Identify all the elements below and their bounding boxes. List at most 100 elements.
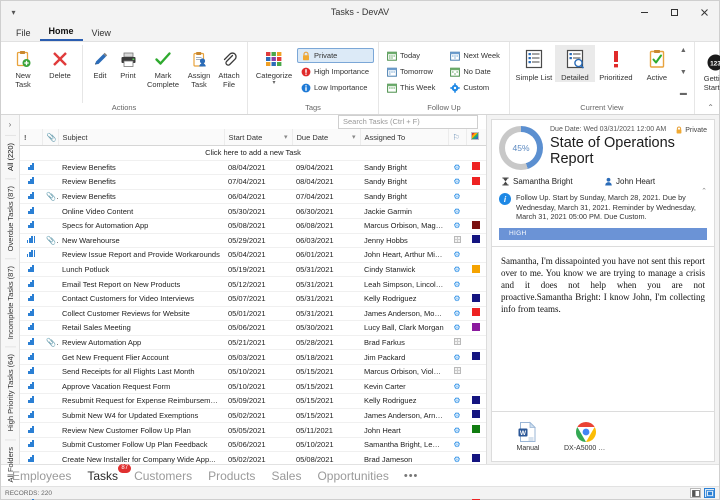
column-header-due-date[interactable]: Due Date▾ (292, 129, 360, 146)
table-row[interactable]: Submit Customer Follow Up Plan Feedback0… (20, 437, 486, 452)
table-row[interactable]: 📎Review Automation App05/21/202105/28/20… (20, 335, 486, 350)
bottom-nav-products[interactable]: Products (207, 469, 256, 483)
table-row[interactable]: Review Benefits08/04/202109/04/2021Sandy… (20, 160, 486, 175)
cell-due-date[interactable]: 09/04/2021 (292, 160, 360, 175)
cell-subject[interactable]: Review Automation App (58, 335, 224, 350)
cell-color[interactable] (466, 350, 486, 365)
gear-icon[interactable]: ⚙ (453, 426, 460, 435)
column-header-subject[interactable]: Subject (58, 129, 224, 146)
bottom-nav-customers[interactable]: Customers (133, 469, 193, 483)
view-simple-list-button[interactable]: Simple List (514, 45, 554, 82)
table-row[interactable]: Review Issue Report and Provide Workarou… (20, 248, 486, 263)
gallery-scroll-controls[interactable]: ▲ ▼ ▬ (678, 45, 690, 97)
customize-quick-access-icon[interactable]: ▾ (7, 6, 20, 19)
cell-flag[interactable]: ⚙ (448, 408, 466, 423)
cell-subject[interactable]: Send Receipts for all Flights Last Month (58, 364, 224, 379)
cell-due-date[interactable]: 06/08/2021 (292, 218, 360, 233)
grid-status-icon[interactable] (454, 236, 461, 243)
cell-color[interactable] (466, 364, 486, 379)
cell-color[interactable] (466, 437, 486, 452)
cell-color[interactable] (466, 335, 486, 350)
cell-start-date[interactable]: 05/21/2021 (224, 335, 292, 350)
cell-start-date[interactable]: 07/04/2021 (224, 175, 292, 190)
cell-flag[interactable]: ⚙ (448, 262, 466, 277)
gear-icon[interactable]: ⚙ (453, 323, 460, 332)
cell-subject[interactable]: Retail Sales Meeting (58, 321, 224, 336)
cell-subject[interactable]: Specs for Automation App (58, 218, 224, 233)
cell-due-date[interactable]: 05/31/2021 (292, 262, 360, 277)
bottom-nav-more-button[interactable]: ••• (404, 470, 419, 482)
cell-assigned-to[interactable]: Samantha Bright, Leah Simp... (360, 437, 448, 452)
attachment-item[interactable]: W Manual (506, 421, 550, 452)
new-task-button[interactable]: NewTask (5, 45, 41, 89)
cell-due-date[interactable]: 06/01/2021 (292, 248, 360, 263)
cell-flag[interactable]: ⚙ (448, 291, 466, 306)
cell-assigned-to[interactable]: Kelly Rodriguez (360, 291, 448, 306)
followup-tomorrow-button[interactable]: Tomorrow (383, 64, 440, 79)
minimize-button[interactable] (629, 1, 659, 23)
cell-subject[interactable]: Lunch Potluck (58, 262, 224, 277)
cell-assigned-to[interactable]: Cindy Stanwick (360, 262, 448, 277)
cell-flag[interactable]: ⚙ (448, 175, 466, 190)
cell-color[interactable] (466, 408, 486, 423)
table-row[interactable]: Review Benefits07/04/202108/04/2021Sandy… (20, 175, 486, 190)
table-row[interactable]: Collect Customer Reviews for Website05/0… (20, 306, 486, 321)
cell-due-date[interactable]: 05/28/2021 (292, 335, 360, 350)
sidebar-item-overdue-tasks[interactable]: Overdue Tasks (87) (5, 178, 16, 258)
table-row[interactable]: Email Test Report on New Products05/12/2… (20, 277, 486, 292)
cell-flag[interactable]: ⚙ (448, 248, 466, 263)
cell-assigned-to[interactable]: Kelly Rodriguez (360, 394, 448, 409)
cell-assigned-to[interactable]: Sandy Bright (360, 189, 448, 204)
cell-subject[interactable]: Approve Vacation Request Form (58, 379, 224, 394)
cell-start-date[interactable]: 05/29/2021 (224, 233, 292, 248)
table-row[interactable]: Send Receipts for all Flights Last Month… (20, 364, 486, 379)
cell-assigned-to[interactable]: Marcus Orbison, Violet Baile... (360, 364, 448, 379)
gear-icon[interactable]: ⚙ (453, 177, 460, 186)
cell-subject[interactable]: Resubmit Request for Expense Reimburseme… (58, 394, 224, 409)
chevron-down-icon[interactable]: ▾ (352, 133, 356, 141)
chevron-down-icon[interactable]: ▾ (272, 81, 275, 86)
table-row[interactable]: Specs for Automation App05/08/202106/08/… (20, 218, 486, 233)
bottom-nav-opportunities[interactable]: Opportunities (316, 469, 389, 483)
gear-icon[interactable]: ⚙ (453, 207, 460, 216)
cell-assigned-to[interactable]: John Heart, Arthur Miller, Ka... (360, 248, 448, 263)
sidebar-item-incomplete-tasks[interactable]: Incomplete Tasks (87) (5, 258, 16, 346)
cell-assigned-to[interactable]: Jim Packard (360, 350, 448, 365)
cell-flag[interactable] (448, 335, 466, 350)
column-header-color[interactable] (466, 129, 486, 146)
cell-subject[interactable]: Submit New W4 for Updated Exemptions (58, 408, 224, 423)
gear-icon[interactable]: ⚙ (453, 353, 460, 362)
gear-icon[interactable]: ⚙ (453, 221, 460, 230)
cell-assigned-to[interactable]: Sandy Bright (360, 175, 448, 190)
cell-start-date[interactable]: 05/06/2021 (224, 437, 292, 452)
high-importance-button[interactable]: High Importance (297, 64, 374, 79)
table-row[interactable]: Get New Frequent Flier Account05/03/2021… (20, 350, 486, 365)
table-row[interactable]: Contact Customers for Video Interviews05… (20, 291, 486, 306)
followup-today-button[interactable]: Today (383, 48, 440, 63)
gear-icon[interactable]: ⚙ (453, 250, 460, 259)
sidebar-item-high-priority-tasks[interactable]: High Priority Tasks (64) (5, 346, 16, 438)
cell-due-date[interactable]: 05/31/2021 (292, 291, 360, 306)
view-active-button[interactable]: Active (637, 45, 677, 82)
table-row[interactable]: Online Video Content05/30/202106/30/2021… (20, 204, 486, 219)
cell-flag[interactable]: ⚙ (448, 160, 466, 175)
column-header-assigned-to[interactable]: Assigned To (360, 129, 448, 146)
tab-view[interactable]: View (83, 26, 120, 41)
followup-nextweek-button[interactable]: Next Week (446, 48, 505, 63)
cell-due-date[interactable]: 06/03/2021 (292, 233, 360, 248)
close-button[interactable] (689, 1, 719, 23)
cell-color[interactable] (466, 379, 486, 394)
cell-subject[interactable]: Get New Frequent Flier Account (58, 350, 224, 365)
cell-subject[interactable]: New Warehourse (58, 233, 224, 248)
cell-due-date[interactable]: 05/31/2021 (292, 277, 360, 292)
cell-subject[interactable]: Email Test Report on New Products (58, 277, 224, 292)
cell-due-date[interactable]: 05/15/2021 (292, 364, 360, 379)
cell-flag[interactable]: ⚙ (448, 394, 466, 409)
table-row[interactable]: Lunch Potluck05/19/202105/31/2021Cindy S… (20, 262, 486, 277)
maximize-button[interactable] (659, 1, 689, 23)
gear-icon[interactable]: ⚙ (453, 396, 460, 405)
followup-thisweek-button[interactable]: This Week (383, 80, 440, 95)
cell-color[interactable] (466, 160, 486, 175)
table-row[interactable]: 📎New Warehourse05/29/202106/03/2021Jenny… (20, 233, 486, 248)
bottom-nav-tasks[interactable]: Tasks 87 (86, 469, 119, 483)
